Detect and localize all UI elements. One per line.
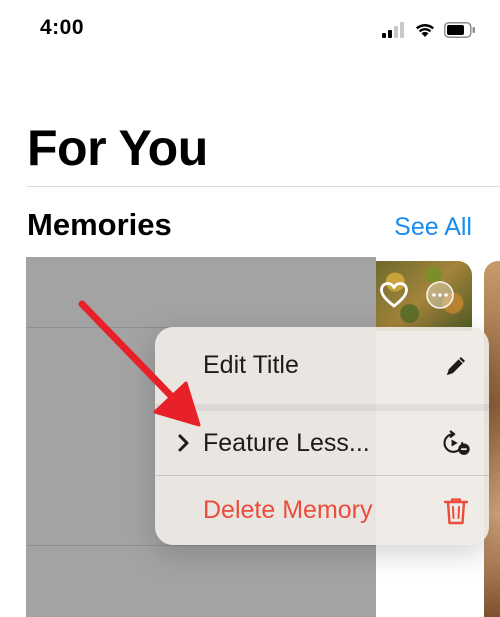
menu-item-feature-less[interactable]: Feature Less... [155,411,489,475]
menu-item-label: Delete Memory [203,496,373,524]
title-divider [27,186,500,187]
card-divider [26,545,376,546]
signal-icon [382,22,404,38]
status-time: 4:00 [40,16,85,39]
photos-for-you-screen: 4:00 For You Memories See All Edit Title… [0,0,500,617]
menu-item-edit-title[interactable]: Edit Title [155,327,489,404]
see-all-link[interactable]: See All [394,210,472,244]
memory-context-menu: Edit Title Feature Less... Delete Memory [155,327,489,545]
chevron-right-icon [178,434,189,452]
trash-icon [441,496,471,526]
page-title: For You [27,120,208,176]
menu-item-label: Edit Title [203,351,299,379]
memories-section-title: Memories [27,207,172,242]
wifi-icon [416,23,434,37]
menu-item-label: Feature Less... [203,428,370,457]
more-icon[interactable] [425,280,455,310]
battery-icon [444,22,475,38]
feature-less-icon [441,428,471,458]
status-icons [382,20,476,40]
pencil-icon [441,351,471,381]
menu-separator [155,404,489,411]
status-bar: 4:00 [0,0,500,60]
menu-item-delete-memory[interactable]: Delete Memory [155,476,489,545]
heart-icon[interactable] [379,281,409,309]
